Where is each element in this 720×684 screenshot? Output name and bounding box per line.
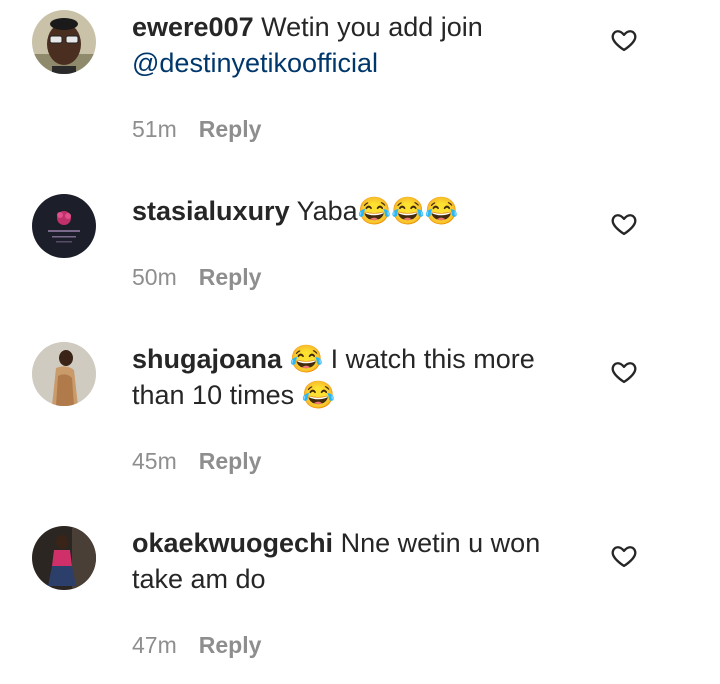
comment-username[interactable]: stasialuxury: [132, 196, 290, 226]
profile-photo-icon: [32, 342, 96, 406]
profile-photo-icon: [32, 10, 96, 74]
comment-time: 51m: [132, 116, 177, 142]
heart-outline-icon[interactable]: [610, 542, 638, 570]
comment-time: 47m: [132, 632, 177, 658]
avatar[interactable]: [32, 342, 96, 406]
comment-username[interactable]: okaekwuogechi: [132, 528, 333, 558]
comment-text: shugajoana 😂 I watch this more than 10 t…: [132, 341, 592, 413]
comment-body: Yaba😂😂😂: [296, 196, 459, 226]
reply-button[interactable]: Reply: [199, 116, 262, 142]
comment-item: stasialuxury Yaba😂😂😂 50m Reply: [0, 170, 720, 320]
profile-photo-icon: [32, 526, 96, 590]
comment-username[interactable]: ewere007: [132, 12, 254, 42]
comment-item: shugajoana 😂 I watch this more than 10 t…: [0, 320, 720, 500]
comment-text: stasialuxury Yaba😂😂😂: [132, 193, 592, 229]
comment-item: ewere007 Wetin you add join @destinyetik…: [0, 0, 720, 170]
heart-outline-icon[interactable]: [610, 210, 638, 238]
comment-username[interactable]: shugajoana: [132, 344, 282, 374]
reply-button[interactable]: Reply: [199, 264, 262, 290]
comment-text: okaekwuogechi Nne wetin u won take am do: [132, 525, 592, 597]
comment-meta: 50m Reply: [132, 263, 261, 291]
comment-meta: 45m Reply: [132, 447, 261, 475]
avatar[interactable]: [32, 526, 96, 590]
reply-button[interactable]: Reply: [199, 632, 262, 658]
comment-time: 45m: [132, 448, 177, 474]
comment-mention[interactable]: @destinyetikoofficial: [132, 48, 378, 78]
profile-photo-icon: [32, 194, 96, 258]
comment-text: ewere007 Wetin you add join @destinyetik…: [132, 9, 592, 81]
comment-meta: 51m Reply: [132, 115, 261, 143]
avatar[interactable]: [32, 10, 96, 74]
heart-outline-icon[interactable]: [610, 358, 638, 386]
comment-body: Wetin you add join: [261, 12, 483, 42]
heart-outline-icon[interactable]: [610, 26, 638, 54]
reply-button[interactable]: Reply: [199, 448, 262, 474]
comment-item: okaekwuogechi Nne wetin u won take am do…: [0, 500, 720, 684]
avatar[interactable]: [32, 194, 96, 258]
comment-meta: 47m Reply: [132, 631, 261, 659]
comment-time: 50m: [132, 264, 177, 290]
